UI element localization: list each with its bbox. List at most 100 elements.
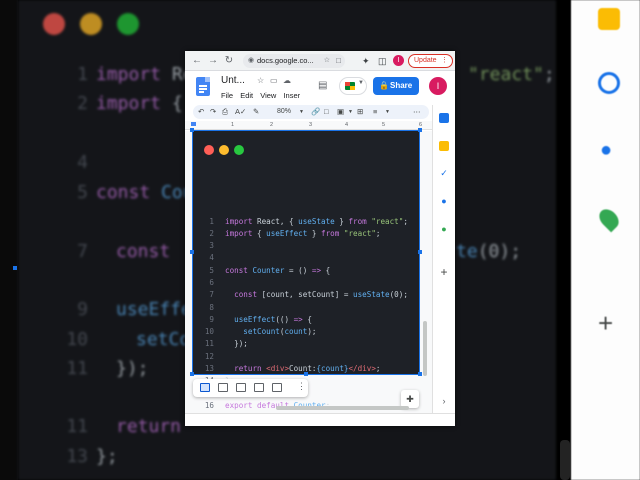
star-icon[interactable]: ☆ — [257, 76, 264, 85]
bg-line-number: 11 — [66, 416, 88, 437]
print-icon[interactable]: ⎙ — [222, 106, 228, 118]
resize-handle-top-left[interactable] — [190, 128, 194, 132]
ruler-tick: 5 — [382, 122, 386, 128]
docs-logo-icon[interactable] — [196, 77, 210, 96]
resize-handle-left[interactable] — [190, 250, 194, 254]
vertical-scrollbar[interactable] — [423, 321, 427, 376]
reload-icon[interactable]: ↻ — [223, 54, 235, 67]
resize-handle-right[interactable] — [418, 250, 422, 254]
menu-file[interactable]: File — [221, 91, 233, 100]
extensions-icon[interactable]: ✦ — [362, 54, 370, 68]
zoom-caret-icon[interactable]: ▼ — [299, 106, 304, 118]
code-line: 9 useEffect(() => { — [193, 314, 419, 326]
share-button[interactable]: 🔒 Share — [373, 77, 419, 95]
wrap-text-button[interactable] — [218, 383, 228, 392]
maps-icon[interactable]: ● — [438, 223, 450, 235]
image-options-caret-icon[interactable]: ▼ — [348, 106, 353, 118]
cloud-status-icon: ☁ — [283, 76, 291, 85]
update-button[interactable]: Update ⋮ — [408, 54, 453, 68]
lock-icon: 🔒 — [379, 81, 389, 90]
keep-icon[interactable] — [439, 141, 449, 151]
address-bar[interactable]: ◉ docs.google.co... ☆ □ — [243, 54, 345, 68]
horizontal-scrollbar[interactable] — [276, 406, 409, 410]
line-number: 11 — [204, 339, 214, 348]
bg-code-line: const Cou — [96, 182, 194, 203]
bg-code-line: }; — [96, 446, 118, 467]
update-label: Update — [414, 57, 437, 64]
menu-insert[interactable]: Inser — [283, 91, 300, 100]
left-indent-marker[interactable] — [191, 122, 196, 126]
line-number: 16 — [204, 401, 214, 410]
bg-code-line: import { — [96, 93, 183, 114]
browser-window: ← → ↻ ◉ docs.google.co... ☆ □ ✦ ◫ I Upda… — [185, 51, 455, 426]
code-text: import { useEffect } from "react"; — [225, 229, 381, 238]
meet-button[interactable]: ▼ — [339, 77, 367, 95]
spellcheck-icon[interactable]: A✓ — [235, 106, 246, 118]
align-caret-icon[interactable]: ▼ — [385, 106, 390, 118]
code-text: const Counter = () => { — [225, 266, 331, 275]
redo-icon[interactable]: ↷ — [210, 106, 216, 118]
undo-icon[interactable]: ↶ — [198, 106, 204, 118]
tasks-icon[interactable]: ✓ — [438, 167, 450, 179]
document-title[interactable]: Unt... — [221, 75, 245, 86]
profile-avatar[interactable]: I — [393, 55, 404, 66]
menu-view[interactable]: View — [260, 91, 276, 100]
bg-code-line: "react"; — [468, 64, 555, 85]
chrome-menu-icon[interactable]: ⋮ — [441, 55, 448, 67]
resize-handle-top-right[interactable] — [418, 128, 422, 132]
align-icon[interactable]: ≡ — [373, 106, 377, 118]
side-panel-icon[interactable]: ◫ — [378, 54, 387, 68]
bookmark-star-icon[interactable]: ☆ — [324, 54, 330, 68]
insert-comment-icon[interactable]: □ — [324, 106, 329, 118]
bg-code-line: useEffe — [116, 299, 192, 320]
window-dot-red — [204, 145, 214, 155]
more-image-options-icon[interactable]: ⋮ — [297, 381, 306, 392]
ruler[interactable]: 1 2 3 4 5 6 — [185, 121, 432, 130]
wrap-inline-button[interactable] — [200, 383, 210, 392]
more-options-icon[interactable]: ⋯ — [413, 106, 421, 118]
line-number: 13 — [204, 364, 214, 373]
bg-line-number: 4 — [77, 152, 88, 173]
site-info-icon[interactable]: ◉ — [248, 54, 254, 68]
code-screenshot-image[interactable]: 1 import React, { useState } from "react"… — [193, 131, 419, 410]
paint-format-icon[interactable]: ✎ — [253, 106, 259, 118]
resize-handle-bottom[interactable] — [304, 372, 308, 376]
bg-line-number: 11 — [66, 358, 88, 379]
contacts-icon[interactable]: ● — [438, 195, 450, 207]
resize-handle-bottom-left[interactable] — [190, 372, 194, 376]
ruler-tick: 3 — [309, 122, 313, 128]
crop-icon[interactable]: ⊞ — [357, 106, 363, 118]
forward-icon[interactable]: → — [207, 54, 219, 67]
zoom-select[interactable]: 80% — [277, 106, 291, 118]
code-line: 7 const [count, setCount] = useState(0); — [193, 289, 419, 301]
bg-line-number: 10 — [66, 329, 88, 350]
window-dot-yellow — [219, 145, 229, 155]
add-ons-plus-icon[interactable]: + — [438, 266, 450, 278]
link-icon[interactable]: 🔗 — [311, 106, 320, 118]
in-front-of-text-button[interactable] — [272, 383, 282, 392]
ruler-tick: 1 — [231, 122, 235, 128]
break-text-button[interactable] — [236, 383, 246, 392]
tab-share-icon[interactable]: □ — [336, 54, 341, 68]
comment-history-icon[interactable]: ▤ — [318, 80, 327, 91]
line-number: 4 — [209, 253, 214, 262]
resize-handle-bottom-right[interactable] — [418, 372, 422, 376]
account-avatar[interactable]: I — [429, 77, 447, 95]
chevron-down-icon: ▼ — [358, 80, 364, 86]
move-folder-icon[interactable]: ▭ — [270, 76, 278, 85]
menu-edit[interactable]: Edit — [240, 91, 253, 100]
background-left-edge — [0, 0, 18, 480]
code-line: 3 — [193, 240, 419, 252]
format-toolbar: ↶ ↷ ⎙ A✓ ✎ 80% ▼ 🔗 □ ▣ ▼ ⊞ ≡ ▼ ⋯ — [193, 105, 429, 119]
line-number: 12 — [204, 352, 214, 361]
behind-text-button[interactable] — [254, 383, 264, 392]
code-text: return <div>Count:{count}</div>; — [234, 364, 381, 373]
bg-dot-green — [117, 13, 139, 35]
chevron-right-icon[interactable]: › — [438, 395, 450, 407]
insert-image-icon[interactable]: ▣ — [337, 106, 344, 118]
calendar-icon[interactable] — [439, 113, 449, 123]
docs-header: Unt... ☆ ▭ ☁ File Edit View Inser ▤ ▼ 🔒 … — [185, 72, 455, 105]
bg-line-number: 13 — [66, 446, 88, 467]
code-line: 5 const Counter = () => { — [193, 265, 419, 277]
back-icon[interactable]: ← — [191, 54, 203, 67]
